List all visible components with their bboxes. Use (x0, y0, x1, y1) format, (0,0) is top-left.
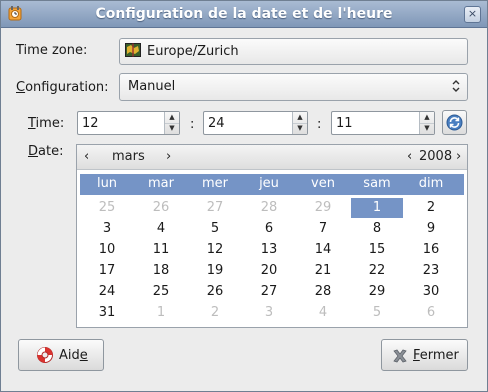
weekday-jeu: jeu (259, 176, 279, 191)
calendar-day[interactable]: 29 (351, 282, 403, 302)
next-year-button[interactable]: › (456, 149, 461, 164)
hours-value: 12 (82, 116, 99, 131)
calendar-day[interactable]: 24 (81, 282, 133, 302)
calendar-day[interactable]: 26 (135, 198, 187, 218)
hours-down-arrow-icon[interactable]: ▼ (165, 123, 179, 134)
weekday-mar: mar (148, 176, 174, 191)
calendar-day[interactable]: 15 (351, 240, 403, 260)
calendar-day[interactable]: 10 (81, 240, 133, 260)
calendar-day[interactable]: 5 (189, 219, 241, 239)
window-title: Configuration de la date et de l'heure (95, 6, 393, 22)
calendar-day[interactable]: 14 (297, 240, 349, 260)
calendar-day[interactable]: 23 (405, 261, 457, 281)
weekday-header-row: lun mar mer jeu ven sam dim (80, 174, 464, 195)
timezone-value: Europe/Zurich (147, 44, 239, 59)
close-button[interactable]: Fermer (381, 339, 468, 371)
calendar-day[interactable]: 3 (243, 303, 295, 323)
refresh-time-button[interactable] (442, 110, 467, 135)
calendar-day[interactable]: 26 (189, 282, 241, 302)
prev-month-button[interactable]: ‹ (84, 149, 89, 164)
time-separator: : (317, 117, 322, 132)
time-separator: : (190, 117, 195, 132)
seconds-value: 11 (336, 116, 353, 131)
timezone-label: Time zone: (16, 43, 88, 58)
configuration-combo[interactable]: Manuel (119, 73, 468, 101)
calendar-day[interactable]: 31 (81, 303, 133, 323)
configuration-value: Manuel (128, 79, 176, 94)
lifebuoy-help-icon (37, 347, 53, 363)
help-button-label: Aide (59, 348, 88, 363)
calendar-day[interactable]: 21 (297, 261, 349, 281)
date-label: Date: (28, 144, 64, 159)
window-close-button[interactable]: × (464, 6, 481, 23)
calendar-day[interactable]: 27 (189, 198, 241, 218)
calendar-day[interactable]: 28 (243, 198, 295, 218)
calendar-day[interactable]: 17 (81, 261, 133, 281)
seconds-down-arrow-icon[interactable]: ▼ (420, 123, 434, 134)
calendar-day[interactable]: 2 (189, 303, 241, 323)
calendar-day[interactable]: 20 (243, 261, 295, 281)
year-label: 2008 (419, 149, 453, 164)
weekday-dim: dim (418, 176, 444, 191)
time-label: Time: (28, 116, 65, 131)
seconds-spinbutton[interactable]: 11 ▲ ▼ (331, 111, 435, 135)
configuration-label: Configuration: (16, 80, 109, 95)
weekday-sam: sam (363, 176, 391, 191)
calendar[interactable]: ‹ mars › ‹ 2008 › lun mar mer jeu ven sa… (76, 144, 468, 328)
timezone-map-icon (125, 43, 141, 57)
calendar-day[interactable]: 3 (81, 219, 133, 239)
calendar-day[interactable]: 19 (189, 261, 241, 281)
calendar-day[interactable]: 8 (351, 219, 403, 239)
calendar-day[interactable]: 9 (405, 219, 457, 239)
calendar-day[interactable]: 16 (405, 240, 457, 260)
calendar-day[interactable]: 13 (243, 240, 295, 260)
combo-arrows-icon (452, 80, 460, 92)
weekday-mer: mer (201, 176, 228, 191)
calendar-day[interactable]: 25 (135, 282, 187, 302)
calendar-day[interactable]: 6 (405, 303, 457, 323)
minutes-down-arrow-icon[interactable]: ▼ (293, 123, 307, 134)
calendar-day[interactable]: 6 (243, 219, 295, 239)
close-x-icon (393, 349, 407, 363)
calendar-day[interactable]: 18 (135, 261, 187, 281)
calendar-day-selected[interactable]: 1 (351, 198, 403, 218)
calendar-day[interactable]: 11 (135, 240, 187, 260)
calendar-day[interactable]: 22 (351, 261, 403, 281)
prev-year-button[interactable]: ‹ (407, 149, 412, 164)
calendar-day[interactable]: 30 (405, 282, 457, 302)
calendar-day[interactable]: 12 (189, 240, 241, 260)
calendar-day[interactable]: 27 (243, 282, 295, 302)
month-label: mars (112, 149, 145, 164)
calendar-day[interactable]: 2 (405, 198, 457, 218)
calendar-day[interactable]: 4 (135, 219, 187, 239)
refresh-icon (446, 114, 463, 131)
next-month-button[interactable]: › (166, 149, 171, 164)
calendar-day[interactable]: 4 (297, 303, 349, 323)
weekday-lun: lun (96, 176, 118, 191)
minutes-value: 24 (208, 116, 225, 131)
calendar-day[interactable]: 25 (81, 198, 133, 218)
weekday-ven: ven (311, 176, 335, 191)
help-button[interactable]: Aide (18, 339, 104, 371)
minutes-spinbutton[interactable]: 24 ▲ ▼ (203, 111, 308, 135)
date-time-dialog: Configuration de la date et de l'heure ×… (0, 0, 488, 392)
calendar-day[interactable]: 29 (297, 198, 349, 218)
calendar-day[interactable]: 1 (135, 303, 187, 323)
calendar-day[interactable]: 5 (351, 303, 403, 323)
close-button-label: Fermer (413, 348, 459, 363)
titlebar[interactable]: Configuration de la date et de l'heure × (1, 1, 487, 28)
calendar-day[interactable]: 28 (297, 282, 349, 302)
calendar-day[interactable]: 7 (297, 219, 349, 239)
calendar-header: ‹ mars › ‹ 2008 › (77, 145, 467, 170)
timezone-button[interactable]: Europe/Zurich (119, 38, 468, 65)
hours-spinbutton[interactable]: 12 ▲ ▼ (77, 111, 180, 135)
